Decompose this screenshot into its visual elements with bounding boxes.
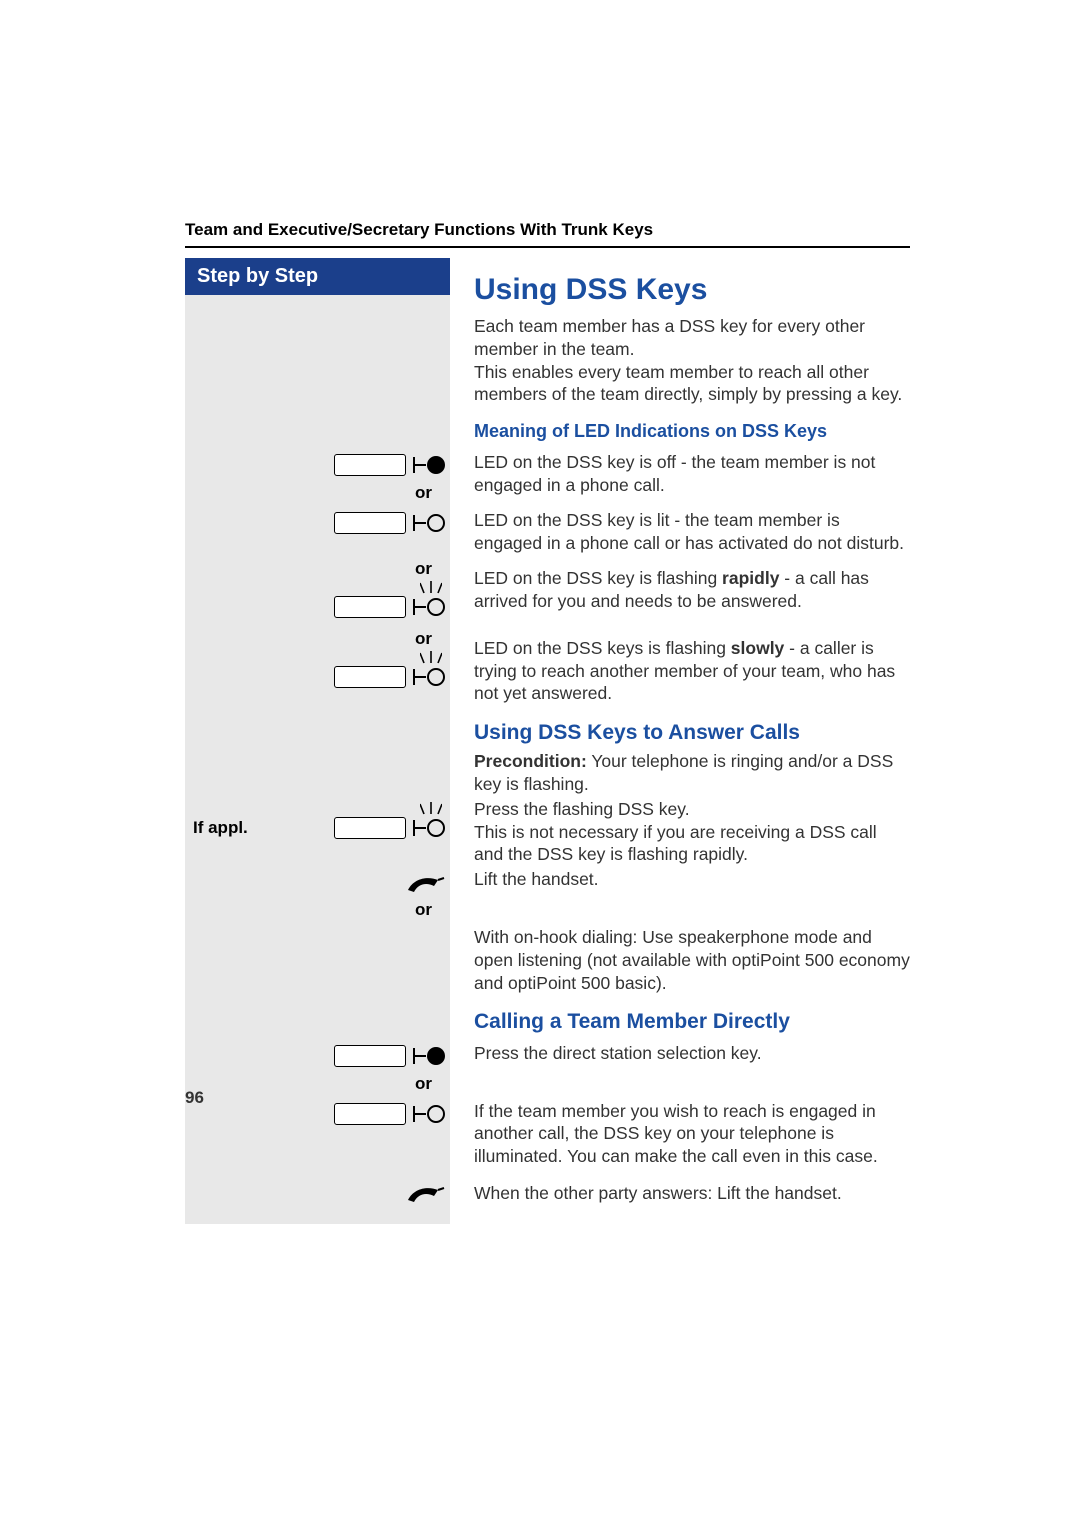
onhook-text: With on-hook dialing: Use speakerphone m… bbox=[474, 924, 910, 994]
led-lit-text: LED on the DSS key is lit - the team mem… bbox=[474, 507, 910, 555]
dss-key-icon bbox=[334, 596, 406, 618]
flash-lines-icon bbox=[420, 649, 442, 665]
page-number: 96 bbox=[185, 1088, 204, 1108]
handset-icon bbox=[404, 1180, 446, 1204]
lift-handset-text: Lift the handset. bbox=[474, 866, 910, 924]
sidebar-cell: Step by Step bbox=[185, 258, 450, 449]
led-rapid-text: LED on the DSS key is flashing rapidly -… bbox=[474, 555, 910, 625]
cue-led-rapid: or bbox=[185, 555, 450, 625]
or-label: or bbox=[189, 629, 446, 649]
flash-lines-icon bbox=[420, 579, 442, 595]
led-filled-icon bbox=[412, 1044, 446, 1068]
if-appl-label: If appl. bbox=[189, 818, 248, 838]
answer-calls-block: Using DSS Keys to Answer Calls Precondit… bbox=[474, 705, 910, 796]
or-label: or bbox=[189, 483, 446, 503]
header-rule bbox=[185, 246, 910, 248]
dss-key-icon bbox=[334, 817, 406, 839]
sidebar-spacer bbox=[185, 924, 450, 994]
cue-led-off: or bbox=[185, 449, 450, 507]
press-dss-text: Press the direct station selection key. bbox=[474, 1040, 910, 1098]
cue-press-dss: or bbox=[185, 1040, 450, 1098]
dss-key-icon bbox=[334, 1045, 406, 1067]
led-slow-text: LED on the DSS keys is flashing slowly -… bbox=[474, 625, 910, 705]
precondition-text: Precondition: Your telephone is ringing … bbox=[474, 750, 910, 796]
cue-engaged bbox=[185, 1098, 450, 1168]
dss-key-icon bbox=[334, 1103, 406, 1125]
cue-answer-lift bbox=[185, 1168, 450, 1224]
led-outline-icon bbox=[412, 1102, 446, 1126]
led-outline-icon bbox=[412, 595, 446, 619]
press-flashing-text: Press the flashing DSS key. This is not … bbox=[474, 796, 910, 866]
led-off-text: LED on the DSS key is off - the team mem… bbox=[474, 449, 910, 507]
intro-paragraph-1: Each team member has a DSS key for every… bbox=[474, 315, 910, 361]
led-outline-icon bbox=[412, 511, 446, 535]
handset-icon bbox=[404, 870, 446, 894]
cue-lift-handset: or bbox=[185, 866, 450, 924]
led-outline-icon bbox=[412, 816, 446, 840]
content-grid: Step by Step Using DSS Keys Each team me… bbox=[185, 258, 910, 1224]
body-title-block: Using DSS Keys Each team member has a DS… bbox=[474, 258, 910, 449]
led-filled-icon bbox=[412, 453, 446, 477]
running-header: Team and Executive/Secretary Functions W… bbox=[185, 220, 910, 240]
cue-if-appl: If appl. bbox=[185, 796, 450, 866]
intro-paragraph-2: This enables every team member to reach … bbox=[474, 361, 910, 407]
dss-key-icon bbox=[334, 454, 406, 476]
cue-led-lit bbox=[185, 507, 450, 555]
direct-title-block: Calling a Team Member Directly bbox=[474, 994, 910, 1039]
or-label: or bbox=[189, 900, 446, 920]
answer-calls-title: Using DSS Keys to Answer Calls bbox=[474, 719, 910, 746]
document-page: Team and Executive/Secretary Functions W… bbox=[0, 0, 1080, 1528]
led-indications-heading: Meaning of LED Indications on DSS Keys bbox=[474, 420, 910, 443]
answer-lift-text: When the other party answers: Lift the h… bbox=[474, 1168, 910, 1224]
flash-lines-icon bbox=[420, 800, 442, 816]
dss-key-icon bbox=[334, 512, 406, 534]
cue-led-slow: or bbox=[185, 625, 450, 705]
section-title: Using DSS Keys bbox=[474, 270, 910, 309]
sidebar-title: Step by Step bbox=[185, 258, 450, 295]
sidebar-spacer bbox=[185, 994, 450, 1039]
led-outline-icon bbox=[412, 665, 446, 689]
calling-direct-title: Calling a Team Member Directly bbox=[474, 1008, 910, 1035]
engaged-text: If the team member you wish to reach is … bbox=[474, 1098, 910, 1168]
or-label: or bbox=[189, 1074, 446, 1094]
dss-key-icon bbox=[334, 666, 406, 688]
sidebar-spacer bbox=[185, 705, 450, 796]
or-label: or bbox=[189, 559, 446, 579]
